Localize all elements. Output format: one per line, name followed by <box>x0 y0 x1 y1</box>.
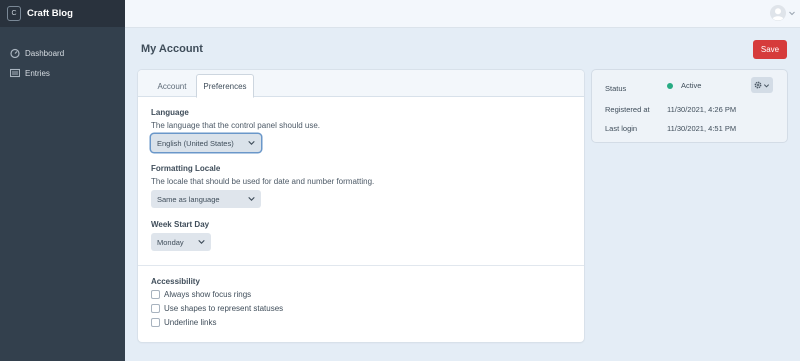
tab-bar: Account Preferences <box>138 70 584 98</box>
sidebar-nav: Dashboard Entries <box>0 43 125 83</box>
status-indicator-dot <box>667 83 673 89</box>
tab-account[interactable]: Account <box>147 74 197 98</box>
always-show-focus-rings-checkbox[interactable] <box>151 290 160 299</box>
registered-at-label: Registered at <box>605 105 650 114</box>
registered-at-value: 11/30/2021, 4:26 PM <box>667 105 737 114</box>
status-label: Status <box>605 84 627 93</box>
formatting-locale-select[interactable]: Same as language <box>151 190 261 208</box>
chevron-down-icon <box>763 83 770 88</box>
chevron-down-icon <box>198 239 205 244</box>
save-button[interactable]: Save <box>753 40 787 59</box>
user-menu-button[interactable] <box>770 3 800 23</box>
language-heading: Language <box>151 108 189 117</box>
site-logo-icon: C <box>7 6 21 21</box>
use-shapes-for-statuses-checkbox[interactable] <box>151 304 160 313</box>
top-header <box>125 0 800 28</box>
tab-preferences[interactable]: Preferences <box>196 74 254 98</box>
sidebar-item-dashboard[interactable]: Dashboard <box>0 43 125 63</box>
formatting-locale-description: The locale that should be used for date … <box>151 177 375 186</box>
chevron-down-icon <box>789 11 795 16</box>
chevron-down-icon <box>248 140 255 145</box>
week-start-select[interactable]: Monday <box>151 233 211 251</box>
last-login-label: Last login <box>605 124 638 133</box>
sidebar-item-label: Entries <box>25 68 50 78</box>
language-select[interactable]: English (United States) <box>151 134 261 152</box>
checkbox-label: Always show focus rings <box>164 290 252 299</box>
dashboard-icon <box>10 48 20 58</box>
preferences-card: Account Preferences Language The languag… <box>138 70 584 342</box>
page-title: My Account <box>141 43 203 55</box>
always-show-focus-rings-option[interactable]: Always show focus rings <box>151 290 251 299</box>
sidebar-item-label: Dashboard <box>25 48 65 58</box>
accessibility-heading: Accessibility <box>151 277 200 286</box>
underline-links-option[interactable]: Underline links <box>151 318 216 327</box>
underline-links-checkbox[interactable] <box>151 318 160 327</box>
formatting-locale-heading: Formatting Locale <box>151 164 221 173</box>
last-login-value: 11/30/2021, 4:51 PM <box>667 124 737 133</box>
checkbox-label: Underline links <box>164 318 217 327</box>
language-select-value: English (United States) <box>157 138 234 148</box>
site-brand[interactable]: C Craft Blog <box>0 0 125 27</box>
checkbox-label: Use shapes to represent statuses <box>164 304 284 313</box>
formatting-locale-select-value: Same as language <box>157 194 220 204</box>
site-name: Craft Blog <box>27 8 73 19</box>
sidebar: C Craft Blog Dashboard Entries <box>0 0 125 361</box>
status-badge: Active <box>681 81 702 90</box>
account-actions-menu-button[interactable] <box>751 77 773 93</box>
use-shapes-for-statuses-option[interactable]: Use shapes to represent statuses <box>151 304 283 313</box>
chevron-down-icon <box>248 196 255 201</box>
week-start-heading: Week Start Day <box>151 220 210 229</box>
week-start-select-value: Monday <box>157 237 184 247</box>
entries-icon <box>10 68 20 78</box>
language-description: The language that the control panel shou… <box>151 121 321 130</box>
section-divider <box>138 265 584 266</box>
account-meta-card: Status Active Registered at 11/30/2021, … <box>592 70 787 142</box>
user-avatar-icon <box>770 5 786 21</box>
sidebar-item-entries[interactable]: Entries <box>0 63 125 83</box>
gear-icon <box>754 81 762 89</box>
